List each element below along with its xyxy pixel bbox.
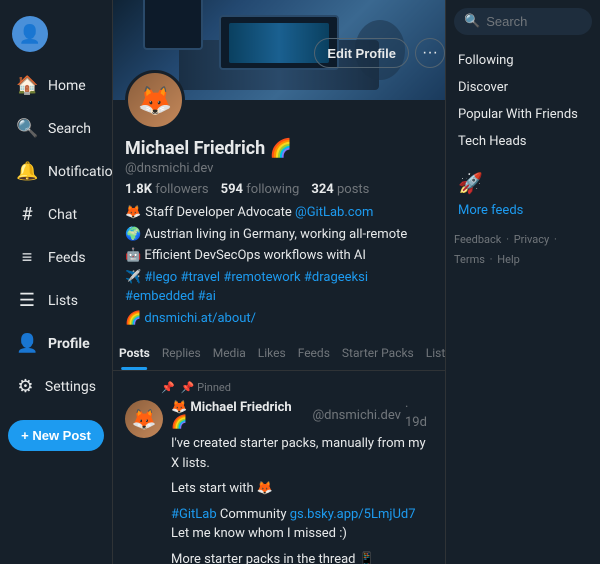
- help-link[interactable]: Help: [497, 253, 520, 266]
- post-author-handle: @dnsmichi.dev: [313, 408, 401, 423]
- profile-name: Michael Friedrich 🌈: [125, 138, 433, 159]
- sidebar-item-settings-label: Settings: [45, 379, 96, 395]
- sidebar: 👤 🏠 Home 🔍 Search 🔔 Notifications # Chat…: [0, 0, 113, 564]
- bio-website-link[interactable]: dnsmichi.at/about/: [144, 311, 256, 326]
- profile-handle: @dnsmichi.dev: [125, 161, 433, 176]
- tab-posts[interactable]: Posts: [113, 336, 156, 370]
- profile-section: 🦊 Edit Profile ··· Michael Friedrich 🌈 @…: [113, 100, 445, 328]
- sidebar-item-home[interactable]: 🏠 Home: [4, 65, 108, 106]
- tab-replies[interactable]: Replies: [156, 336, 207, 370]
- profile-tabs: Posts Replies Media Likes Feeds Starter …: [113, 336, 445, 371]
- gitlab-link[interactable]: @GitLab.com: [295, 205, 373, 220]
- sidebar-item-search[interactable]: 🔍 Search: [4, 108, 108, 149]
- tab-lists[interactable]: Lists: [420, 336, 445, 370]
- feed-item-discover[interactable]: Discover: [454, 74, 592, 101]
- profile-stats: 1.8K followers 594 following 324 posts: [125, 182, 433, 197]
- sidebar-item-search-label: Search: [48, 121, 91, 137]
- chat-icon: #: [16, 204, 38, 225]
- right-panel: 🔍 Following Discover Popular With Friend…: [445, 0, 600, 564]
- new-post-button[interactable]: + New Post: [8, 420, 104, 451]
- post-text: I've created starter packs, manually fro…: [171, 434, 433, 564]
- tab-starter-packs[interactable]: Starter Packs: [336, 336, 420, 370]
- more-options-button[interactable]: ···: [415, 38, 445, 68]
- bio-line-4: ✈️ #lego #travel #remotework #drageeksi …: [125, 268, 433, 307]
- sidebar-item-feeds[interactable]: ≡ Feeds: [4, 237, 108, 278]
- profile-icon: 👤: [16, 333, 38, 354]
- post-author-name[interactable]: 🦊 Michael Friedrich 🌈: [171, 400, 309, 430]
- feeds-icon: ≡: [16, 247, 38, 268]
- gs-link[interactable]: gs.bsky.app/5LmjUd7: [290, 507, 416, 522]
- footer-links: Feedback · Privacy · Terms · Help: [454, 230, 592, 270]
- feed-item-popular[interactable]: Popular With Friends: [454, 101, 592, 128]
- more-feeds-link[interactable]: More feeds: [454, 199, 592, 222]
- followers-stat: 1.8K followers: [125, 182, 209, 197]
- profile-actions: Edit Profile ···: [314, 38, 445, 68]
- search-icon: 🔍: [16, 118, 38, 139]
- lists-icon: ☰: [16, 290, 38, 311]
- search-icon: 🔍: [464, 14, 480, 29]
- sidebar-item-settings[interactable]: ⚙ Settings: [4, 366, 108, 407]
- tab-likes[interactable]: Likes: [252, 336, 292, 370]
- sidebar-item-chat[interactable]: # Chat: [4, 194, 108, 235]
- sidebar-item-chat-label: Chat: [48, 207, 77, 223]
- feedback-link[interactable]: Feedback: [454, 233, 501, 246]
- post-time: · 19d: [405, 400, 433, 430]
- search-box[interactable]: 🔍: [454, 8, 592, 35]
- post-author-info: 🦊 Michael Friedrich 🌈 @dnsmichi.dev · 19…: [171, 400, 433, 430]
- post-author-avatar[interactable]: 🦊: [125, 400, 163, 438]
- main-content: 🦊 Edit Profile ··· Michael Friedrich 🌈 @…: [113, 0, 445, 564]
- sidebar-item-notifications[interactable]: 🔔 Notifications: [4, 151, 108, 192]
- pin-icon: 📌: [161, 381, 175, 394]
- profile-avatar-wrap: 🦊: [125, 70, 185, 130]
- sidebar-item-lists[interactable]: ☰ Lists: [4, 280, 108, 321]
- gear-icon: ⚙: [16, 376, 35, 397]
- edit-profile-button[interactable]: Edit Profile: [314, 38, 409, 68]
- bio-line-5: 🌈 dnsmichi.at/about/: [125, 309, 433, 329]
- privacy-link[interactable]: Privacy: [514, 233, 550, 246]
- gitlab-hashtag[interactable]: #GitLab: [171, 507, 217, 522]
- bio-line-1: 🦊 Staff Developer Advocate @GitLab.com: [125, 203, 433, 223]
- sidebar-item-profile[interactable]: 👤 Profile: [4, 323, 108, 364]
- terms-link[interactable]: Terms: [454, 253, 485, 266]
- sidebar-item-home-label: Home: [48, 78, 86, 94]
- sidebar-item-lists-label: Lists: [48, 293, 78, 309]
- post-item: 📌 📌 Pinned 🦊 🦊 Michael Friedrich 🌈 @dnsm…: [113, 371, 445, 564]
- tab-media[interactable]: Media: [207, 336, 252, 370]
- post-meta: 🦊 Michael Friedrich 🌈 @dnsmichi.dev · 19…: [171, 400, 433, 564]
- sidebar-item-feeds-label: Feeds: [48, 250, 86, 266]
- profile-bio: 🦊 Staff Developer Advocate @GitLab.com 🌍…: [125, 203, 433, 328]
- post-header: 🦊 🦊 Michael Friedrich 🌈 @dnsmichi.dev · …: [125, 400, 433, 564]
- feed-item-tech[interactable]: Tech Heads: [454, 128, 592, 155]
- bell-icon: 🔔: [16, 161, 38, 182]
- feed-item-following[interactable]: Following: [454, 47, 592, 74]
- rocket-emoji: 🚀: [454, 167, 592, 199]
- search-input[interactable]: [486, 14, 582, 29]
- sidebar-item-profile-label: Profile: [48, 336, 90, 352]
- pinned-label: 📌 📌 Pinned: [161, 381, 433, 394]
- bio-line-3: 🤖 Efficient DevSecOps workflows with AI: [125, 246, 433, 266]
- sidebar-avatar[interactable]: 👤: [12, 16, 48, 52]
- new-post-label: + New Post: [21, 428, 91, 443]
- following-stat: 594 following: [221, 182, 300, 197]
- profile-avatar: 🦊: [125, 70, 185, 130]
- bio-line-2: 🌍 Austrian living in Germany, working al…: [125, 225, 433, 245]
- posts-stat: 324 posts: [311, 182, 369, 197]
- feeds-section: Following Discover Popular With Friends …: [454, 47, 592, 155]
- tab-feeds[interactable]: Feeds: [292, 336, 336, 370]
- home-icon: 🏠: [16, 75, 38, 96]
